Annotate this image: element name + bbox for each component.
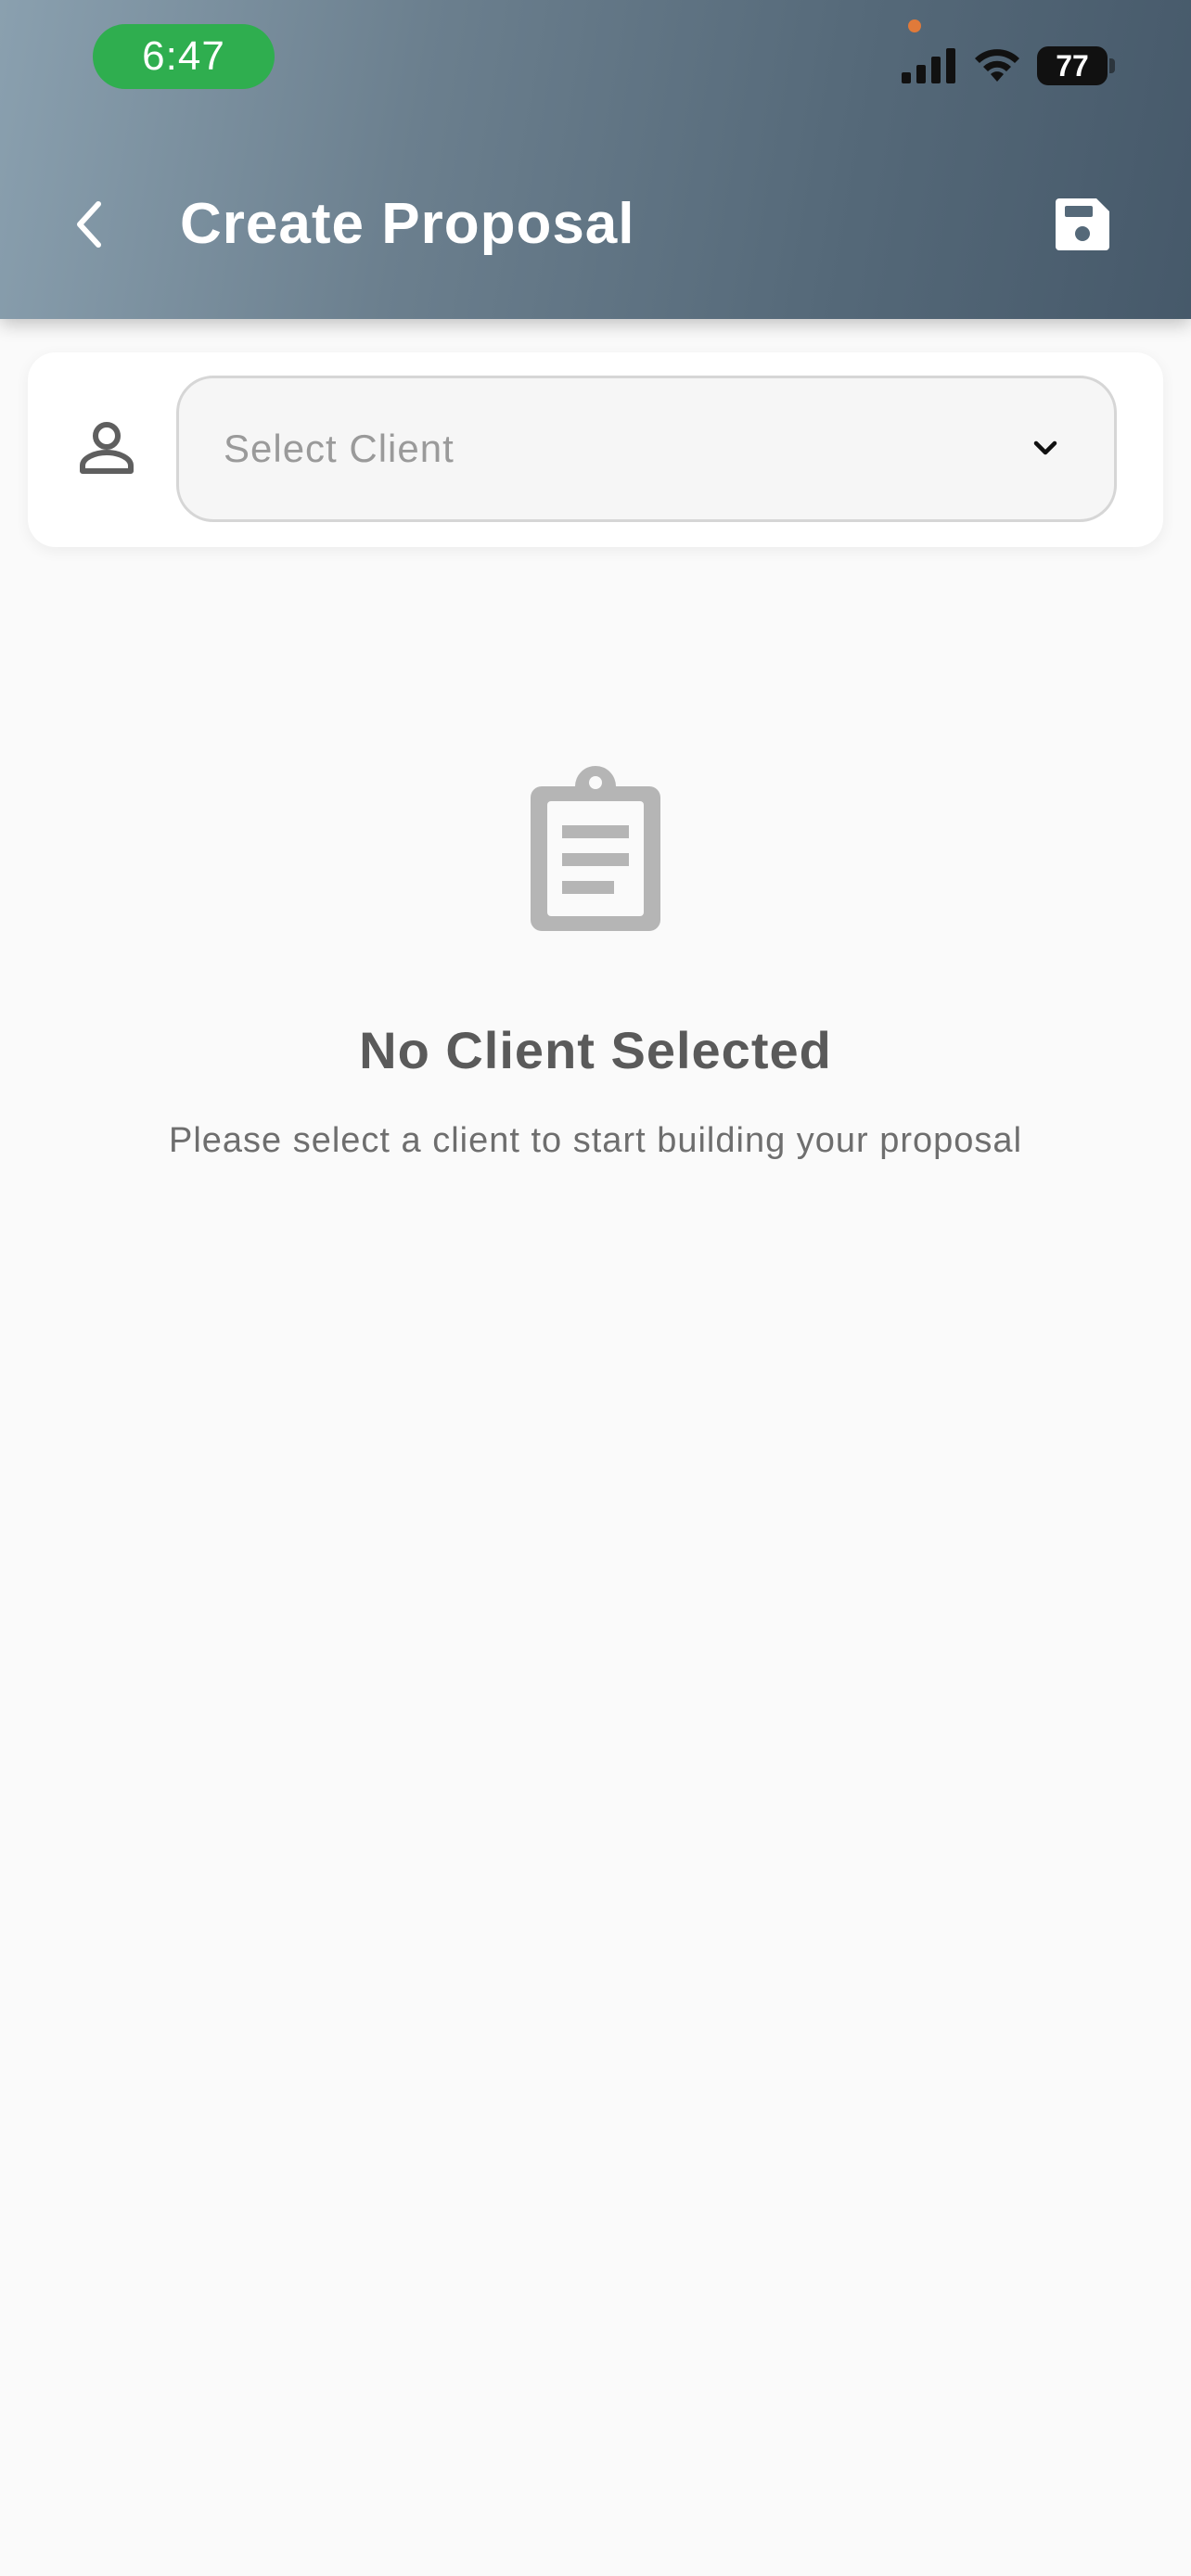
person-icon <box>80 422 134 474</box>
app-header: 6:47 77 Create Proposal <box>0 0 1191 319</box>
create-proposal-screen: 6:47 77 Create Proposal Select Client No… <box>0 0 1191 2576</box>
wifi-icon <box>975 49 1019 82</box>
chevron-down-icon <box>1033 440 1057 455</box>
save-button[interactable] <box>1044 191 1121 258</box>
signal-icon <box>902 48 955 83</box>
status-bar: 6:47 77 <box>0 0 1191 121</box>
chevron-left-icon <box>77 201 101 248</box>
client-selector-card: Select Client <box>28 352 1163 547</box>
status-time[interactable]: 6:47 <box>93 24 275 89</box>
privacy-indicator-dot <box>908 19 921 32</box>
client-select-dropdown[interactable]: Select Client <box>176 376 1117 522</box>
battery-cap <box>1109 58 1115 73</box>
battery-icon: 77 <box>1037 46 1115 85</box>
empty-state: No Client Selected Please select a clien… <box>0 760 1191 1161</box>
client-select-placeholder: Select Client <box>224 427 455 470</box>
back-button[interactable] <box>56 185 122 263</box>
page-title: Create Proposal <box>180 192 635 256</box>
clipboard-icon <box>531 766 660 931</box>
battery-level: 77 <box>1037 46 1108 85</box>
empty-state-title: No Client Selected <box>359 1021 832 1079</box>
empty-state-message: Please select a client to start building… <box>168 1121 1023 1160</box>
floppy-disk-icon <box>1056 198 1109 250</box>
